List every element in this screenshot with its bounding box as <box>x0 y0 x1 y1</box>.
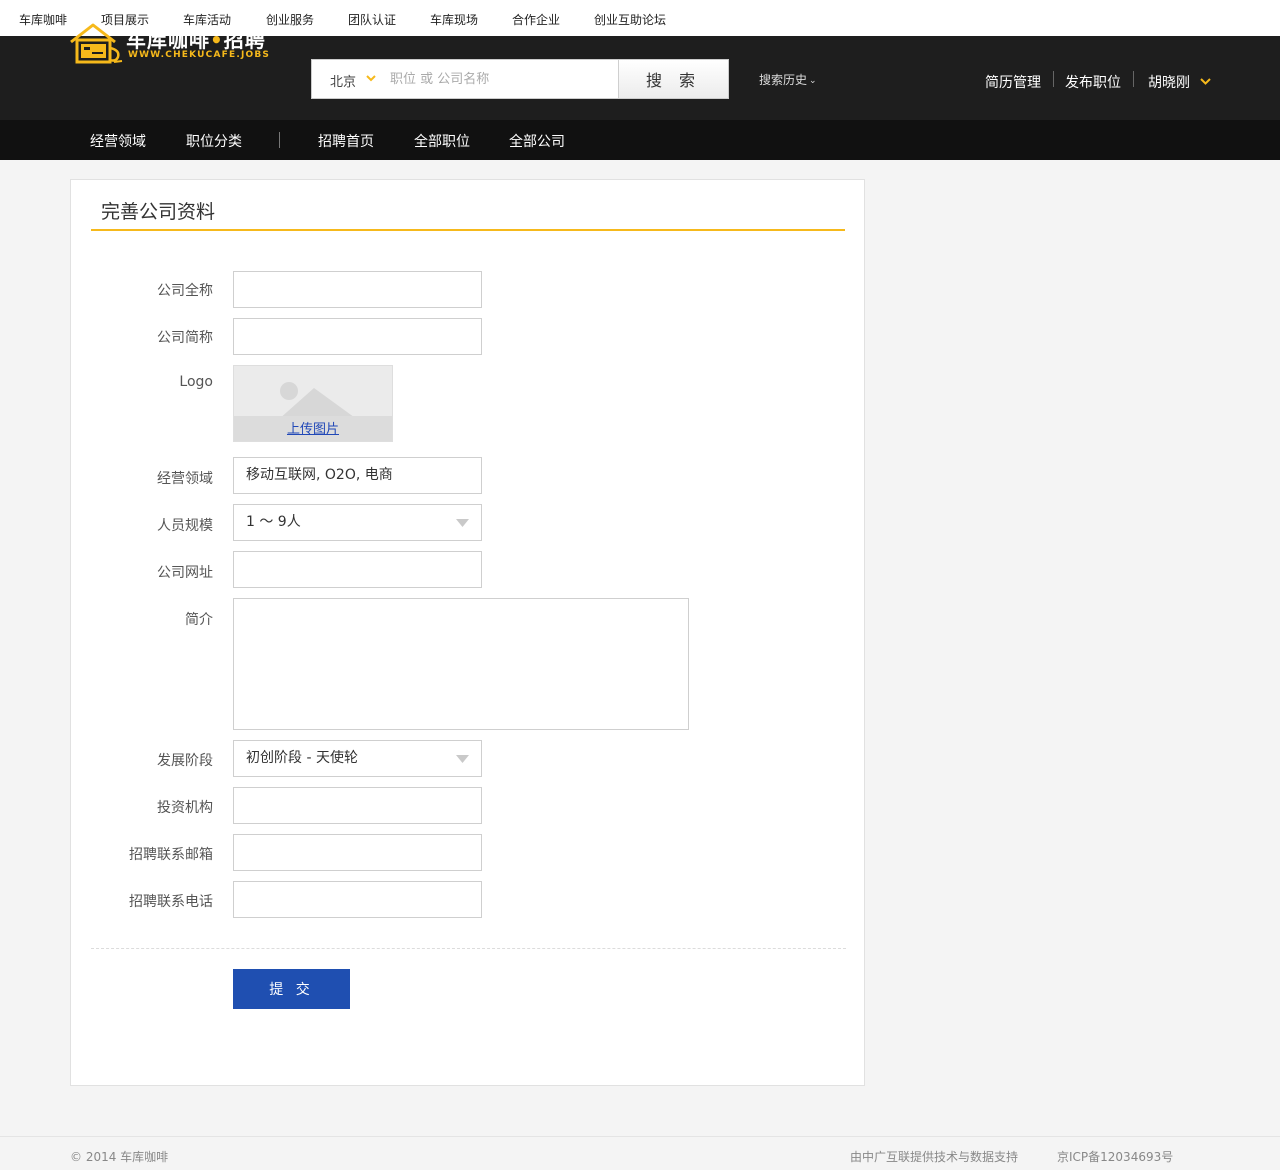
logo-upload-area[interactable]: 上传图片 <box>233 365 393 442</box>
investors-input[interactable] <box>233 787 482 824</box>
user-name-menu[interactable]: 胡晓刚 <box>1148 72 1190 92</box>
nav-all-jobs[interactable]: 全部职位 <box>414 131 470 151</box>
resume-management-link[interactable]: 简历管理 <box>985 72 1041 92</box>
nav-all-companies[interactable]: 全部公司 <box>509 131 565 151</box>
company-short-name-input[interactable] <box>233 318 482 355</box>
footer-icp[interactable]: 京ICP备12034693号 <box>1057 1148 1173 1165</box>
stage-label: 发展阶段 <box>157 753 213 769</box>
company-intro-textarea[interactable] <box>233 598 689 730</box>
hr-phone-label: 招聘联系电话 <box>129 894 213 910</box>
development-stage-value: 初创阶段 - 天使轮 <box>246 750 358 766</box>
full-name-label: 公司全称 <box>157 283 213 299</box>
top-link-garage-cafe[interactable]: 车库咖啡 <box>19 11 67 28</box>
top-link-partners[interactable]: 合作企业 <box>512 11 560 28</box>
search-button[interactable]: 搜 索 <box>618 60 728 98</box>
header-divider <box>1053 71 1054 87</box>
company-profile-card: 完善公司资料 公司全称 公司简称 Logo 上传图片 经营领域 移动互联网, O… <box>70 179 865 1086</box>
hr-email-label: 招聘联系邮箱 <box>129 847 213 863</box>
brand-title-suffix: 招聘 <box>223 28 266 52</box>
hr-phone-input[interactable] <box>233 881 482 918</box>
brand-title-main: 车库咖啡 <box>126 28 210 52</box>
nav-divider <box>279 132 280 148</box>
city-selector[interactable]: 北京 <box>330 71 356 90</box>
website-label: 公司网址 <box>157 565 213 581</box>
development-stage-select[interactable]: 初创阶段 - 天使轮 <box>233 740 482 777</box>
footer-copyright: © 2014 车库咖啡 <box>70 1150 169 1164</box>
nav-job-category[interactable]: 职位分类 <box>186 131 242 151</box>
hr-email-input[interactable] <box>233 834 482 871</box>
dropdown-arrow-icon <box>456 755 469 763</box>
staff-size-label: 人员规模 <box>157 518 213 534</box>
search-input[interactable] <box>390 67 610 91</box>
post-job-link[interactable]: 发布职位 <box>1065 72 1121 92</box>
top-link-team-certification[interactable]: 团队认证 <box>348 11 396 28</box>
top-link-forum[interactable]: 创业互助论坛 <box>594 11 666 28</box>
company-website-input[interactable] <box>233 551 482 588</box>
title-underline <box>91 229 845 231</box>
search-history-toggle[interactable]: 搜索历史 ⌄ <box>759 71 817 88</box>
main-nav: 经营领域 职位分类 招聘首页 全部职位 全部公司 <box>0 120 1280 160</box>
logo-label: Logo <box>179 374 213 390</box>
search-history-label: 搜索历史 <box>759 73 808 87</box>
company-full-name-input[interactable] <box>233 271 482 308</box>
business-field-label: 经营领域 <box>157 471 213 487</box>
investors-label: 投资机构 <box>157 800 213 816</box>
user-menu-chevron-down-icon[interactable] <box>1200 78 1211 85</box>
intro-label: 简介 <box>185 612 213 628</box>
staff-size-select[interactable]: 1 ～ 9人 <box>233 504 482 541</box>
submit-button[interactable]: 提 交 <box>233 969 350 1009</box>
header-divider <box>1133 71 1134 87</box>
upload-image-link[interactable]: 上传图片 <box>234 418 392 441</box>
form-divider <box>91 948 846 949</box>
business-field-input[interactable]: 移动互联网, O2O, 电商 <box>233 457 482 494</box>
nav-recruit-home[interactable]: 招聘首页 <box>318 131 374 151</box>
short-name-label: 公司简称 <box>157 330 213 346</box>
site-footer: © 2014 车库咖啡 由中广互联提供技术与数据支持 京ICP备12034693… <box>0 1136 1280 1170</box>
search-box: 北京 搜 索 <box>311 59 729 99</box>
dropdown-arrow-icon <box>456 519 469 527</box>
brand-subtitle: WWW.CHEKUCAFE.JOBS <box>128 50 271 60</box>
brand-title-dot: • <box>210 28 224 52</box>
top-link-onsite[interactable]: 车库现场 <box>430 11 478 28</box>
brand-title: 车库咖啡•招聘 <box>126 24 266 53</box>
page-title: 完善公司资料 <box>101 201 216 223</box>
chevron-down-icon: ⌄ <box>809 76 817 86</box>
garage-house-cup-logo-icon <box>70 23 123 64</box>
staff-size-value: 1 ～ 9人 <box>246 514 301 530</box>
nav-business-field[interactable]: 经营领域 <box>90 131 146 151</box>
footer-support: 由中广互联提供技术与数据支持 <box>850 1150 1019 1164</box>
site-logo[interactable]: 车库咖啡•招聘 WWW.CHEKUCAFE.JOBS <box>68 22 282 66</box>
chevron-down-icon[interactable] <box>366 75 376 82</box>
